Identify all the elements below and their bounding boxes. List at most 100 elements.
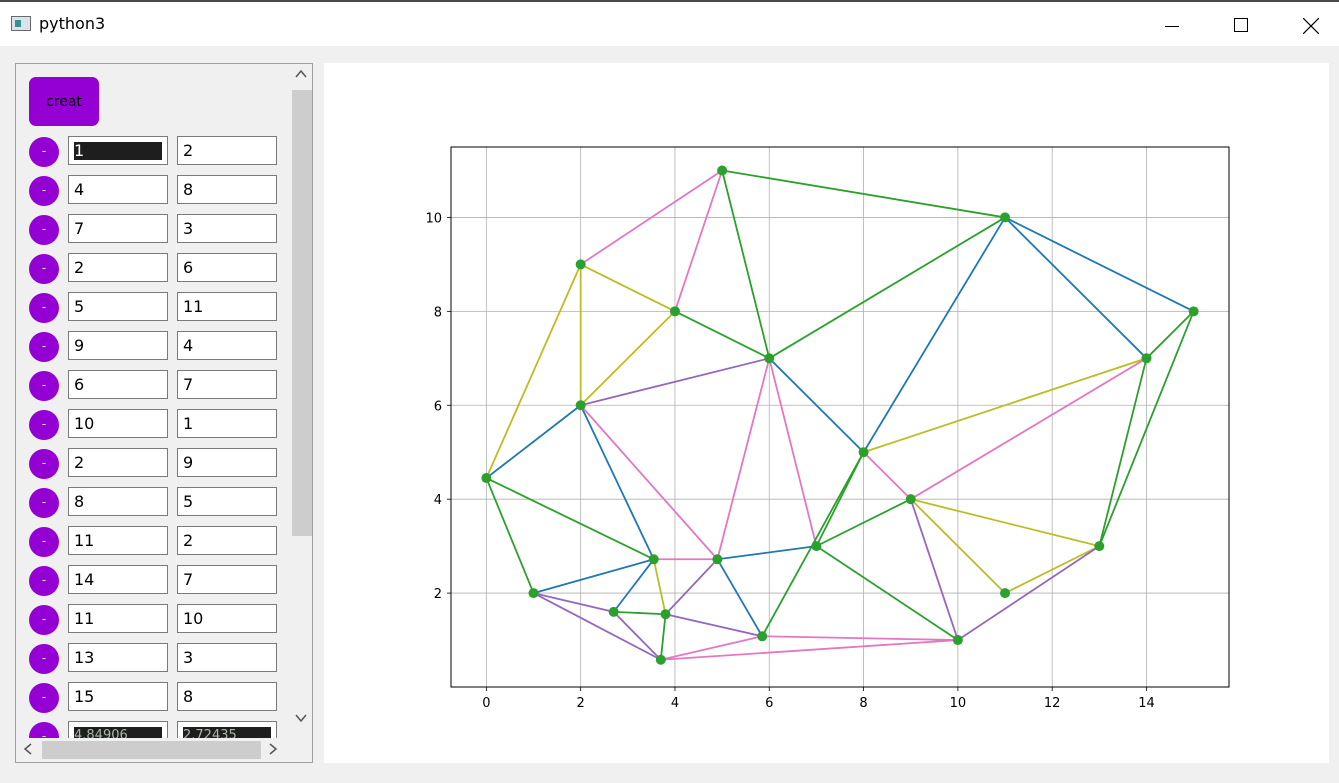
graph-edge [721, 170, 771, 359]
y-tick-label: 2 [434, 587, 442, 602]
row-second-value-input[interactable]: 8 [177, 682, 277, 711]
row-second-value-input[interactable]: 11 [177, 292, 277, 321]
remove-row-button[interactable]: - [29, 527, 59, 557]
horizontal-scroll-thumb[interactable] [42, 741, 261, 759]
remove-row-button[interactable]: - [29, 449, 59, 479]
minimize-icon [1165, 26, 1179, 27]
row-first-value-input[interactable]: 7 [68, 214, 168, 243]
remove-row-button[interactable]: - [29, 566, 59, 596]
row-first-value-input[interactable]: 2 [68, 448, 168, 477]
graph-edge [579, 404, 655, 560]
graph-edge [485, 477, 655, 561]
graph-node [575, 259, 586, 270]
graph-edge [909, 498, 959, 641]
row-first-value-input[interactable]: 5 [68, 292, 168, 321]
remove-row-button[interactable]: - [29, 605, 59, 635]
remove-row-button[interactable]: - [29, 254, 59, 284]
row-second-value-input[interactable]: 7 [177, 370, 277, 399]
row-second-value-input[interactable]: 5 [177, 487, 277, 516]
x-tick-label: 6 [765, 696, 773, 711]
pair-row: -85 [16, 487, 291, 518]
graph-node [1094, 541, 1105, 552]
pair-list-scroll-area[interactable]: creat -1 2-4 8-7 3-2 6-5 11-9 4-6 7-10 1-2 9-8 5-1… [15, 63, 313, 763]
row-first-value-input[interactable]: 13 [68, 643, 168, 672]
plot-frame [450, 146, 1230, 688]
graph-edge [613, 610, 666, 616]
pair-row: -48 [16, 175, 291, 206]
create-button[interactable]: creat [29, 77, 99, 126]
remove-row-button[interactable]: - [29, 176, 59, 206]
row-first-value-input[interactable]: 6 [68, 370, 168, 399]
row-second-value-input[interactable]: 10 [177, 604, 277, 633]
x-tick-label: 2 [577, 696, 585, 711]
graph-node [1188, 306, 1199, 317]
maximize-button[interactable] [1217, 4, 1263, 48]
row-first-value-input[interactable]: 9 [68, 331, 168, 360]
graph-edge [533, 558, 654, 594]
close-button[interactable] [1287, 4, 1333, 48]
row-first-value-input[interactable]: 4 [68, 175, 168, 204]
scroll-down-icon[interactable] [294, 712, 308, 724]
graph-edge [910, 498, 1100, 548]
row-second-value-input[interactable]: 2 [177, 136, 277, 165]
row-first-value-input[interactable]: 2 [68, 253, 168, 282]
row-first-value-input[interactable]: 11 [68, 526, 168, 555]
graph-node [1000, 212, 1011, 223]
row-second-value-input[interactable]: 9 [177, 448, 277, 477]
remove-row-button[interactable]: - [29, 371, 59, 401]
row-second-value-input[interactable]: 7 [177, 565, 277, 594]
vertical-scroll-thumb[interactable] [292, 90, 312, 536]
x-tick-label: 10 [950, 696, 967, 711]
row-second-value-input[interactable]: 3 [177, 643, 277, 672]
graph-edge [768, 358, 818, 547]
pair-row: -13 3 [16, 643, 291, 674]
remove-row-button[interactable]: - [29, 332, 59, 362]
pair-row: -94 [16, 331, 291, 362]
row-second-value-input[interactable]: 1 [177, 409, 277, 438]
remove-row-button[interactable]: - [29, 137, 59, 167]
graph-edge [674, 310, 770, 360]
row-second-value-input[interactable]: 8 [177, 175, 277, 204]
graph-node [648, 554, 659, 565]
graph-edge [580, 310, 676, 406]
plot-canvas: 0 2 4 6 8 10 12 14 2 4 6 8 10 [324, 63, 1329, 763]
remove-row-button[interactable]: - [29, 683, 59, 713]
scroll-up-icon[interactable] [294, 68, 308, 80]
remove-row-button[interactable]: - [29, 410, 59, 440]
y-tick-label: 4 [434, 493, 442, 508]
x-tick-label: 12 [1044, 696, 1061, 711]
y-tick-label: 10 [425, 211, 442, 226]
graph-node [717, 165, 728, 176]
graph-node [481, 473, 492, 484]
graph-edge [910, 357, 1147, 500]
row-first-value-input[interactable]: 1 [68, 136, 168, 165]
remove-row-button[interactable]: - [29, 293, 59, 323]
pair-row: -11 10 [16, 604, 291, 635]
scroll-left-icon[interactable] [22, 742, 34, 756]
row-second-value-input[interactable]: 3 [177, 214, 277, 243]
row-second-value-input[interactable]: 4 [177, 331, 277, 360]
graph-node [655, 654, 666, 665]
graph-edge [862, 451, 912, 500]
vertical-scrollbar[interactable] [290, 64, 312, 736]
pair-row: -12 [16, 136, 291, 167]
row-first-value-input[interactable]: 10 [68, 409, 168, 438]
scroll-right-icon[interactable] [267, 742, 279, 756]
row-second-value-input[interactable]: 6 [177, 253, 277, 282]
graph-node [1000, 588, 1011, 599]
minimize-button[interactable] [1148, 4, 1194, 48]
row-first-value-input[interactable]: 14 [68, 565, 168, 594]
x-tick-label: 4 [671, 696, 679, 711]
graph-node [952, 635, 963, 646]
remove-row-button[interactable]: - [29, 644, 59, 674]
horizontal-scrollbar[interactable] [16, 738, 290, 762]
row-first-value-input[interactable]: 8 [68, 487, 168, 516]
remove-row-button[interactable]: - [29, 215, 59, 245]
row-second-value-input[interactable]: 2 [177, 526, 277, 555]
graph-node [905, 494, 916, 505]
row-first-value-input[interactable]: 11 [68, 604, 168, 633]
row-first-value-input[interactable]: 15 [68, 682, 168, 711]
remove-row-button[interactable]: - [29, 488, 59, 518]
graph-edge [665, 613, 763, 638]
title-bar[interactable]: python3 [0, 2, 1339, 46]
